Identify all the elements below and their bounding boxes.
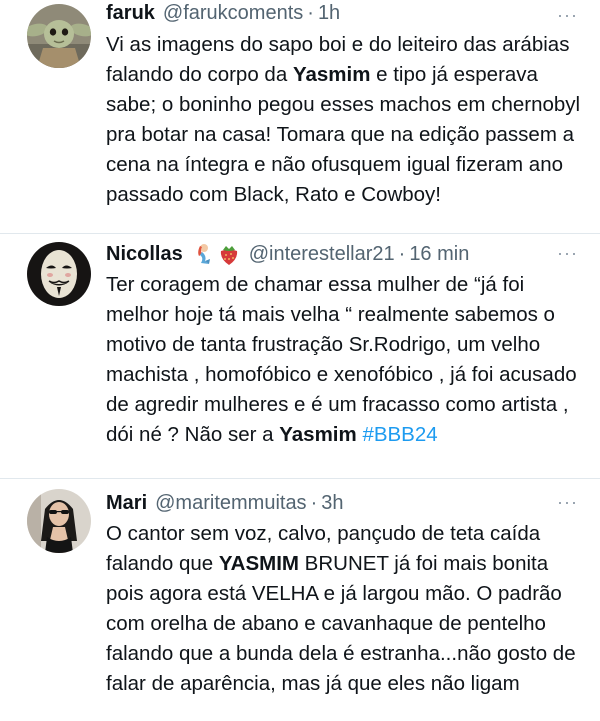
text-bold: Yasmim — [279, 423, 357, 446]
tweet-text: O cantor sem voz, calvo, pançudo de teta… — [106, 519, 586, 699]
tweet-header: Mari @maritemmuitas · 3h — [106, 491, 580, 515]
text-segment: Ter coragem de chamar essa mulher de “já… — [106, 273, 577, 446]
tweet-header: Nicollas @interestellar21 · 16 min — [106, 242, 580, 266]
tweet-text: Vi as imagens do sapo boi e do leiteiro … — [106, 30, 586, 210]
author-name[interactable]: Mari — [106, 491, 147, 515]
separator-dot: · — [310, 492, 318, 514]
timestamp[interactable]: 1h — [318, 1, 340, 25]
tweet[interactable]: Nicollas @interestellar21 · 16 min ··· T… — [0, 234, 600, 479]
author-handle[interactable]: @interestellar21 — [249, 242, 395, 266]
tweet-text: Ter coragem de chamar essa mulher de “já… — [106, 270, 586, 450]
woman-photo-icon — [27, 489, 91, 553]
name-emojis — [191, 242, 241, 266]
author-name[interactable]: Nicollas — [106, 242, 183, 266]
separator-dot: · — [307, 2, 314, 24]
tweet[interactable]: Mari @maritemmuitas · 3h ··· O cantor se… — [0, 479, 600, 721]
text-bold: Yasmim — [292, 63, 371, 86]
timestamp[interactable]: 16 min — [409, 242, 469, 266]
separator-dot: · — [398, 243, 406, 265]
avatar-woman-photo[interactable] — [27, 489, 91, 553]
tweet-header: faruk @farukcoments · 1h — [106, 1, 580, 25]
text-bold: YASMIM — [218, 552, 299, 575]
author-name[interactable]: faruk — [106, 1, 155, 25]
more-options-icon[interactable]: ··· — [557, 6, 578, 24]
strawberry-emoji — [220, 246, 237, 265]
tweet[interactable]: faruk @farukcoments · 1h ··· Vi as image… — [0, 0, 600, 234]
avatar-guy-fawkes-mask[interactable] — [27, 242, 91, 306]
timestamp[interactable]: 3h — [321, 491, 343, 515]
grogu-icon — [27, 4, 91, 68]
mask-icon — [27, 242, 91, 306]
avatar-grogu[interactable] — [27, 4, 91, 68]
more-options-icon[interactable]: ··· — [557, 244, 578, 262]
author-handle[interactable]: @farukcoments — [163, 1, 303, 25]
hashtag-link[interactable]: #BBB24 — [362, 423, 437, 446]
mermaid-emoji — [197, 244, 210, 264]
more-options-icon[interactable]: ··· — [557, 493, 578, 511]
author-handle[interactable]: @maritemmuitas — [155, 491, 306, 515]
